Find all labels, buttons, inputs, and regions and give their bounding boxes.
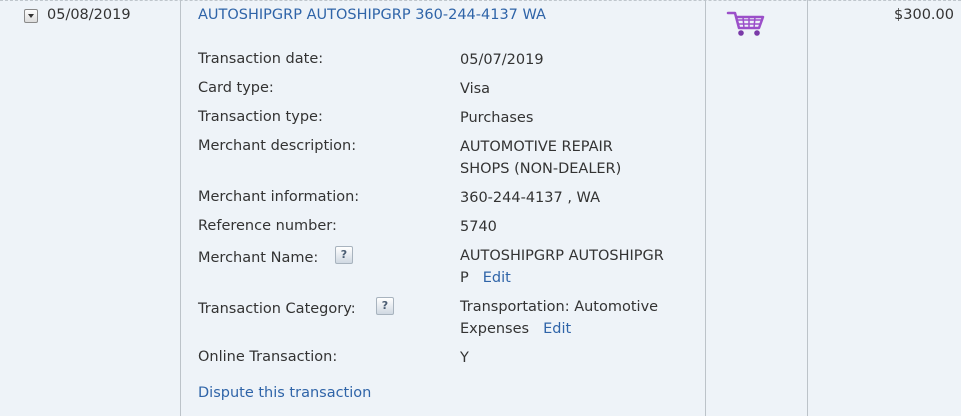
merchant-description-line: SHOPS (NON-DEALER) <box>460 161 622 177</box>
transaction-category-label: Transaction Category: <box>198 301 356 317</box>
merchant-description-value: AUTOMOTIVE REPAIR SHOPS (NON-DEALER) <box>460 136 700 180</box>
merchant-description-label: Merchant description: <box>198 138 357 154</box>
transaction-description-link[interactable]: AUTOSHIPGRP AUTOSHIPGRP 360-244-4137 WA <box>198 7 546 23</box>
transaction-type-value: Purchases <box>460 110 534 126</box>
dispute-transaction-link[interactable]: Dispute this transaction <box>198 385 371 401</box>
column-divider <box>705 0 706 416</box>
transaction-category-value: Transportation: Automotive Expenses Edit <box>460 296 700 340</box>
row-top-border <box>0 0 961 1</box>
online-transaction-label: Online Transaction: <box>198 349 338 365</box>
collapse-toggle-icon[interactable] <box>24 9 38 23</box>
merchant-name-value: AUTOSHIPGRP AUTOSHIPGR P Edit <box>460 245 700 289</box>
transaction-date-value: 05/07/2019 <box>460 52 544 68</box>
transaction-date-label: Transaction date: <box>198 51 324 67</box>
edit-merchant-name-link[interactable]: Edit <box>483 270 511 286</box>
transaction-category-help-icon[interactable]: ? <box>376 297 394 315</box>
merchant-name-line: AUTOSHIPGRP AUTOSHIPGR <box>460 248 664 264</box>
merchant-name-line: P <box>460 270 469 286</box>
merchant-description-line: AUTOMOTIVE REPAIR <box>460 139 613 155</box>
merchant-name-help-icon[interactable]: ? <box>335 246 353 264</box>
column-divider <box>807 0 808 416</box>
reference-number-value: 5740 <box>460 219 497 235</box>
posting-date: 05/08/2019 <box>47 7 131 23</box>
transaction-type-label: Transaction type: <box>198 109 323 125</box>
shopping-cart-icon <box>726 8 766 42</box>
edit-transaction-category-link[interactable]: Edit <box>543 321 571 337</box>
merchant-name-label: Merchant Name: <box>198 250 319 266</box>
column-divider <box>180 0 181 416</box>
merchant-information-label: Merchant information: <box>198 189 360 205</box>
transaction-category-line: Expenses <box>460 321 530 337</box>
card-type-value: Visa <box>460 81 491 97</box>
card-type-label: Card type: <box>198 80 274 96</box>
reference-number-label: Reference number: <box>198 218 337 234</box>
transaction-category-line: Transportation: Automotive <box>460 299 659 315</box>
transaction-amount: $300.00 <box>894 7 954 23</box>
merchant-information-value: 360-244-4137 , WA <box>460 190 601 206</box>
online-transaction-value: Y <box>460 350 469 366</box>
